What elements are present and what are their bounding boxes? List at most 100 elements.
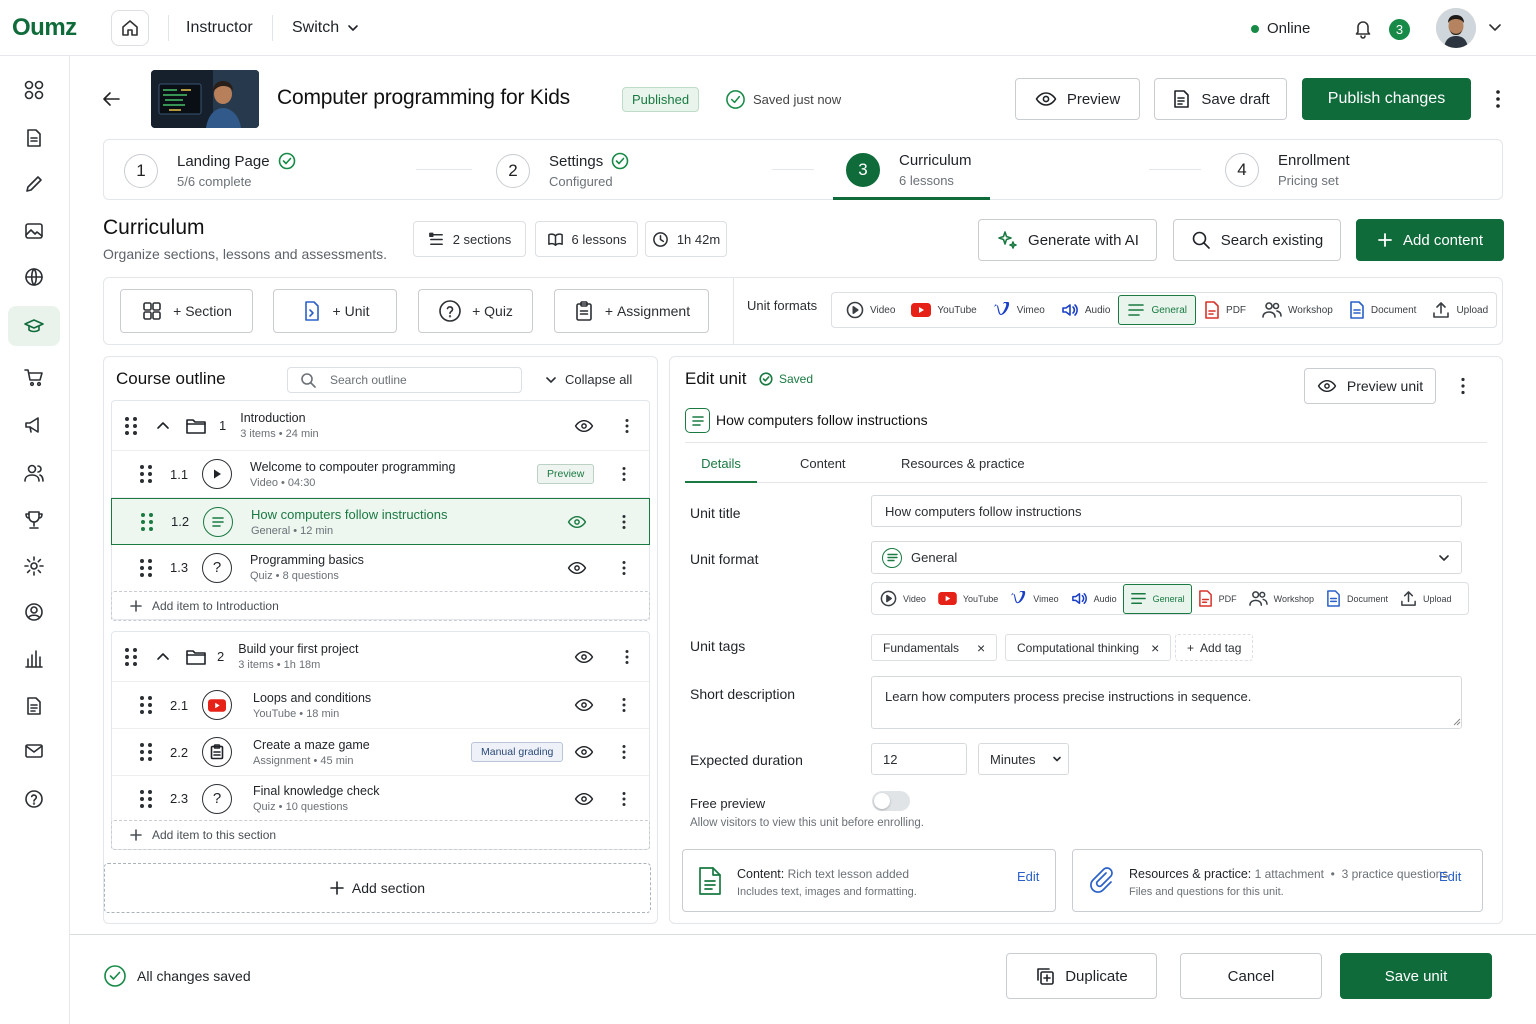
add-tag-button[interactable]: + Add tag [1175, 634, 1254, 661]
step-curriculum[interactable]: 3 Curriculum 6 lessons [846, 152, 972, 188]
tag-chip[interactable]: Fundamentals × [871, 634, 998, 661]
format-video[interactable]: Video [874, 584, 932, 614]
format-pdf[interactable]: PDF [1196, 295, 1254, 325]
switch-dropdown[interactable]: Switch [292, 19, 359, 37]
back-button[interactable] [100, 88, 122, 110]
drag-handle-icon[interactable] [139, 558, 153, 578]
drag-handle-icon[interactable] [140, 512, 154, 532]
sidebar-item-apps[interactable] [8, 70, 60, 110]
duration-unit-select[interactable]: Minutes [978, 743, 1069, 775]
kebab-icon[interactable] [621, 466, 627, 482]
format-document[interactable]: Document [1320, 584, 1394, 614]
kebab-icon[interactable] [621, 697, 627, 713]
format-upload[interactable]: Upload [1424, 295, 1496, 325]
list-item[interactable]: 1.1 Welcome to compouter programming Vid… [112, 451, 649, 498]
add-item-button[interactable]: Add item to Introduction [111, 591, 650, 621]
format-vimeo[interactable]: Vimeo [1004, 584, 1064, 614]
list-item[interactable]: 2.3 ? Final knowledge check Quiz • 10 qu… [112, 776, 649, 821]
kebab-icon[interactable] [621, 791, 627, 807]
sidebar-item-profile[interactable] [8, 592, 60, 632]
edit-resources-link[interactable]: Edit [1439, 869, 1461, 884]
eye-icon[interactable] [567, 560, 587, 576]
add-content-button[interactable]: Add content [1356, 219, 1504, 261]
add-section-tool[interactable]: + Section [120, 289, 253, 333]
drag-handle-icon[interactable] [124, 416, 138, 436]
kebab-icon[interactable] [621, 744, 627, 760]
generate-with-ai-button[interactable]: Generate with AI [978, 219, 1157, 261]
format-youtube[interactable]: YouTube [903, 295, 984, 325]
format-upload[interactable]: Upload [1394, 584, 1458, 614]
step-enrollment[interactable]: 4 Enrollment Pricing set [1225, 152, 1350, 188]
sidebar-item-achievements[interactable] [8, 500, 60, 540]
outline-search-input[interactable]: Search outline [287, 367, 522, 393]
notification-count[interactable]: 3 [1389, 19, 1410, 40]
drag-handle-icon[interactable] [139, 464, 153, 484]
drag-handle-icon[interactable] [124, 647, 138, 667]
course-thumbnail[interactable] [151, 70, 259, 128]
drag-handle-icon[interactable] [139, 789, 153, 809]
list-item-selected[interactable]: 1.2 How computers follow instructions Ge… [111, 498, 650, 545]
format-audio[interactable]: Audio [1065, 584, 1123, 614]
add-section-button[interactable]: Add section [104, 863, 651, 913]
list-item[interactable]: 1.3 ? Programming basics Quiz • 8 questi… [112, 545, 649, 590]
tab-details[interactable]: Details [685, 456, 757, 483]
sidebar-item-marketing[interactable] [8, 405, 60, 445]
drag-handle-icon[interactable] [139, 695, 153, 715]
remove-tag-icon[interactable]: × [977, 640, 985, 656]
eye-icon[interactable] [567, 514, 587, 530]
sidebar-item-edit[interactable] [8, 164, 60, 204]
preview-button[interactable]: Preview [1015, 78, 1140, 120]
step-landing-page[interactable]: 1 Landing Page 5/6 complete [124, 152, 296, 189]
home-button[interactable] [111, 10, 149, 46]
sidebar-item-analytics[interactable] [8, 639, 60, 679]
save-draft-button[interactable]: Save draft [1154, 78, 1287, 120]
sidebar-item-help[interactable] [8, 779, 60, 819]
remove-tag-icon[interactable]: × [1151, 640, 1159, 656]
format-vimeo[interactable]: Vimeo [985, 295, 1053, 325]
kebab-icon[interactable] [621, 514, 627, 530]
app-logo[interactable]: Oumz [12, 14, 77, 42]
format-youtube[interactable]: YouTube [932, 584, 1004, 614]
list-item[interactable]: 2.2 Create a maze game Assignment • 45 m… [112, 729, 649, 776]
eye-icon[interactable] [574, 791, 594, 807]
kebab-icon[interactable] [624, 418, 630, 434]
collapse-all-button[interactable]: Collapse all [545, 372, 632, 387]
unit-title-input[interactable]: How computers follow instructions [871, 495, 1462, 527]
list-item[interactable]: 2.1 Loops and conditions YouTube • 18 mi… [112, 682, 649, 729]
edit-content-link[interactable]: Edit [1017, 869, 1039, 884]
sidebar-item-courses[interactable] [8, 306, 60, 346]
format-general[interactable]: General [1118, 295, 1197, 325]
eye-icon[interactable] [574, 697, 594, 713]
short-description-textarea[interactable]: Learn how computers process precise inst… [871, 676, 1462, 729]
role-label[interactable]: Instructor [186, 19, 253, 37]
more-options-button[interactable] [1488, 88, 1508, 110]
sidebar-item-store[interactable] [8, 357, 60, 397]
account-menu-chevron[interactable] [1488, 22, 1502, 34]
duplicate-button[interactable]: Duplicate [1006, 953, 1157, 999]
tab-resources-practice[interactable]: Resources & practice [901, 456, 1025, 471]
eye-icon[interactable] [574, 649, 594, 665]
sidebar-item-settings[interactable] [8, 546, 60, 586]
sidebar-item-web[interactable] [8, 257, 60, 297]
tag-chip[interactable]: Computational thinking × [1005, 634, 1172, 661]
sidebar-item-media[interactable] [8, 211, 60, 251]
step-settings[interactable]: 2 Settings Configured [496, 152, 629, 189]
section-header[interactable]: 2 Build your first project 3 items • 1h … [112, 632, 649, 682]
cancel-button[interactable]: Cancel [1180, 953, 1322, 999]
resize-handle-icon[interactable] [1453, 718, 1461, 726]
add-item-button[interactable]: Add item to this section [111, 820, 650, 850]
sidebar-item-pages[interactable] [8, 118, 60, 158]
section-header[interactable]: 1 Introduction 3 items • 24 min [112, 401, 649, 451]
format-workshop[interactable]: Workshop [1243, 584, 1320, 614]
save-unit-button[interactable]: Save unit [1340, 953, 1492, 999]
sidebar-item-messages[interactable] [8, 731, 60, 771]
add-quiz-tool[interactable]: + Quiz [418, 289, 533, 333]
search-existing-button[interactable]: Search existing [1173, 219, 1341, 261]
format-workshop[interactable]: Workshop [1254, 295, 1341, 325]
tab-content[interactable]: Content [800, 456, 846, 471]
add-unit-tool[interactable]: + Unit [273, 289, 397, 333]
format-document[interactable]: Document [1341, 295, 1425, 325]
sidebar-item-users[interactable] [8, 453, 60, 493]
add-assignment-tool[interactable]: + Assignment [554, 289, 709, 333]
publish-changes-button[interactable]: Publish changes [1302, 78, 1471, 120]
